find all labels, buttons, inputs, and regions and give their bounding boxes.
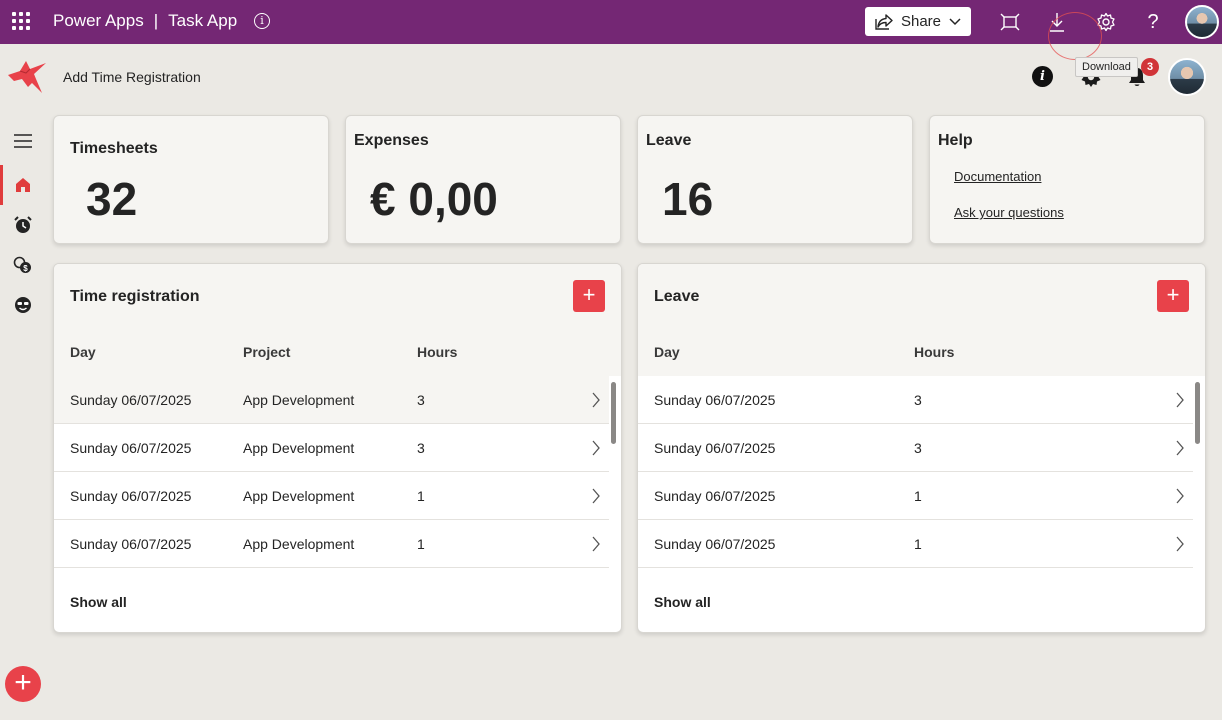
download-icon[interactable] — [1045, 10, 1069, 34]
list-scrollbar[interactable] — [611, 382, 616, 444]
cell-day: Sunday 06/07/2025 — [654, 536, 776, 552]
table-row[interactable]: Sunday 06/07/2025 App Development 1 — [54, 520, 609, 568]
leave-card[interactable]: Leave 16 — [637, 115, 913, 244]
chevron-right-icon[interactable] — [591, 487, 601, 505]
product-name: Power Apps — [53, 11, 144, 30]
column-header-hours: Hours — [417, 344, 458, 360]
cell-day: Sunday 06/07/2025 — [654, 440, 776, 456]
leave-title: Leave — [646, 132, 692, 149]
cell-day: Sunday 06/07/2025 — [654, 488, 776, 504]
help-icon[interactable]: ? — [1141, 10, 1165, 34]
table-row[interactable]: Sunday 06/07/2025 3 — [638, 424, 1193, 472]
table-row[interactable]: Sunday 06/07/2025 3 — [638, 376, 1193, 424]
show-all-time-button[interactable]: Show all — [70, 594, 127, 610]
profile-avatar[interactable] — [1168, 58, 1206, 96]
cell-project: App Development — [243, 536, 355, 552]
cell-project: App Development — [243, 440, 355, 456]
table-row[interactable]: Sunday 06/07/2025 App Development 3 — [54, 424, 609, 472]
cell-hours: 1 — [417, 536, 425, 552]
app-breadcrumb: Power Apps | Task App — [53, 11, 237, 31]
panel-header — [54, 264, 621, 376]
power-apps-topbar: Power Apps | Task App i Share ? — [0, 0, 1222, 44]
timesheets-card[interactable]: Timesheets 32 — [53, 115, 329, 244]
notification-badge: 3 — [1141, 58, 1159, 76]
cell-hours: 1 — [914, 488, 922, 504]
column-header-hours: Hours — [914, 344, 955, 360]
add-fab-button[interactable]: + — [5, 666, 41, 702]
column-header-project: Project — [243, 344, 291, 360]
chevron-right-icon[interactable] — [591, 391, 601, 409]
expenses-card[interactable]: Expenses € 0,00 — [345, 115, 621, 244]
alarm-clock-icon[interactable] — [12, 214, 34, 236]
documentation-link[interactable]: Documentation — [954, 169, 1041, 184]
leave-list[interactable]: Sunday 06/07/2025 3 Sunday 06/07/2025 3 … — [638, 376, 1193, 569]
ask-questions-link[interactable]: Ask your questions — [954, 205, 1064, 220]
chevron-right-icon[interactable] — [1175, 439, 1185, 457]
cell-hours: 3 — [417, 392, 425, 408]
table-row[interactable]: Sunday 06/07/2025 App Development 3 — [54, 376, 609, 424]
user-avatar[interactable] — [1185, 5, 1219, 39]
cell-hours: 3 — [417, 440, 425, 456]
cell-hours: 3 — [914, 392, 922, 408]
help-title: Help — [938, 132, 973, 149]
download-tooltip: Download — [1075, 57, 1138, 77]
cell-day: Sunday 06/07/2025 — [70, 536, 192, 552]
page-title: Add Time Registration — [63, 69, 201, 85]
timesheets-title: Timesheets — [70, 140, 158, 157]
add-time-registration-button[interactable]: + — [573, 280, 605, 312]
share-button[interactable]: Share — [865, 7, 971, 36]
sunglasses-face-icon[interactable] — [12, 294, 34, 316]
table-row[interactable]: Sunday 06/07/2025 1 — [638, 520, 1193, 568]
list-scrollbar[interactable] — [1195, 382, 1200, 444]
timesheets-value: 32 — [86, 173, 138, 225]
info-icon[interactable]: i — [254, 13, 270, 29]
chevron-right-icon[interactable] — [1175, 487, 1185, 505]
cell-day: Sunday 06/07/2025 — [654, 392, 776, 408]
cell-day: Sunday 06/07/2025 — [70, 440, 192, 456]
info-icon[interactable]: i — [1032, 66, 1053, 87]
chevron-right-icon[interactable] — [1175, 391, 1185, 409]
leave-panel: Leave + Day Hours Sunday 06/07/2025 3 Su… — [637, 263, 1206, 633]
leave-value: 16 — [662, 173, 714, 225]
add-leave-button[interactable]: + — [1157, 280, 1189, 312]
time-registration-title: Time registration — [70, 288, 200, 305]
share-label: Share — [900, 13, 942, 30]
chevron-down-icon — [949, 17, 961, 25]
cell-project: App Development — [243, 392, 355, 408]
app-name: Task App — [168, 11, 238, 30]
hamburger-menu-icon[interactable] — [12, 130, 34, 152]
svg-text:$: $ — [23, 264, 28, 273]
expenses-title: Expenses — [354, 132, 429, 149]
cell-hours: 3 — [914, 440, 922, 456]
share-icon — [875, 13, 893, 30]
column-header-day: Day — [654, 344, 680, 360]
coins-expenses-icon[interactable]: $ — [12, 254, 34, 276]
hummingbird-logo-icon — [8, 61, 46, 93]
show-all-leave-button[interactable]: Show all — [654, 594, 711, 610]
time-registration-panel: Time registration + Day Project Hours Su… — [53, 263, 622, 633]
table-row[interactable]: Sunday 06/07/2025 App Development 1 — [54, 472, 609, 520]
table-row[interactable]: Sunday 06/07/2025 1 — [638, 472, 1193, 520]
time-registration-list[interactable]: Sunday 06/07/2025 App Development 3 Sund… — [54, 376, 609, 569]
cell-hours: 1 — [417, 488, 425, 504]
help-card: Help Documentation Ask your questions — [929, 115, 1205, 244]
leave-panel-title: Leave — [654, 288, 700, 305]
chevron-right-icon[interactable] — [591, 535, 601, 553]
gear-icon[interactable] — [1094, 10, 1118, 34]
fit-screen-icon[interactable] — [998, 10, 1022, 34]
breadcrumb-separator: | — [153, 11, 159, 30]
chevron-right-icon[interactable] — [591, 439, 601, 457]
cell-day: Sunday 06/07/2025 — [70, 392, 192, 408]
cell-project: App Development — [243, 488, 355, 504]
expenses-value: € 0,00 — [370, 173, 498, 225]
waffle-icon[interactable] — [12, 12, 30, 30]
column-header-day: Day — [70, 344, 96, 360]
cell-hours: 1 — [914, 536, 922, 552]
cell-day: Sunday 06/07/2025 — [70, 488, 192, 504]
nav-active-indicator — [0, 165, 3, 205]
home-icon[interactable] — [12, 174, 34, 196]
chevron-right-icon[interactable] — [1175, 535, 1185, 553]
